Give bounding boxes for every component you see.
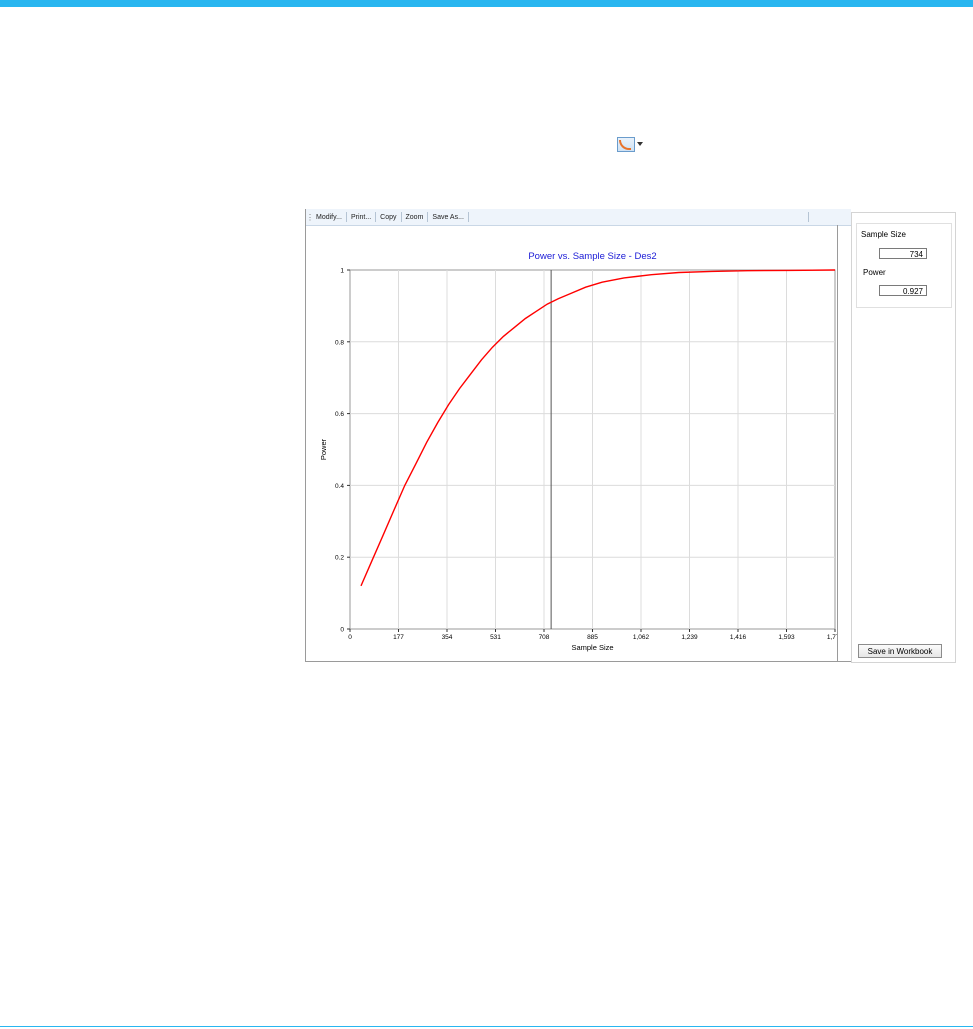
x-tick-label: 1,416 <box>730 634 747 641</box>
y-tick-label: 1 <box>340 268 344 275</box>
y-tick-label: 0.8 <box>335 339 344 346</box>
graph-panel: ⋮ Modify... Print... Copy Zoom Save As..… <box>305 209 851 662</box>
zoom-button[interactable]: Zoom <box>402 214 428 221</box>
power-field[interactable]: 0.927 <box>879 285 927 296</box>
sample-size-field[interactable]: 734 <box>879 248 927 259</box>
top-accent-bar <box>0 0 973 7</box>
y-tick-label: 0.4 <box>335 483 344 490</box>
x-tick-label: 1,239 <box>681 634 698 641</box>
x-tick-label: 1,593 <box>778 634 795 641</box>
x-tick-label: 531 <box>490 634 501 641</box>
x-tick-label: 1,062 <box>633 634 650 641</box>
copy-button[interactable]: Copy <box>376 214 400 221</box>
x-tick-label: 0 <box>348 634 352 641</box>
toolbar-separator <box>467 212 469 222</box>
x-tick-label: 177 <box>393 634 404 641</box>
x-axis-label: Sample Size <box>571 643 613 652</box>
x-tick-label: 1,770 <box>827 634 837 641</box>
save-as-button[interactable]: Save As... <box>428 214 468 221</box>
save-in-workbook-button[interactable]: Save in Workbook <box>858 644 942 658</box>
crosshair-side-panel: Sample Size 734 Power 0.927 Save in Work… <box>851 212 956 663</box>
y-tick-label: 0.2 <box>335 555 344 562</box>
chart-type-dropdown-button[interactable] <box>617 134 651 154</box>
toolbar-separator <box>808 212 809 222</box>
print-button[interactable]: Print... <box>347 214 375 221</box>
chart-title: Power vs. Sample Size - Des2 <box>528 251 656 262</box>
x-tick-label: 885 <box>587 634 598 641</box>
y-tick-label: 0 <box>340 627 344 634</box>
y-tick-label: 0.6 <box>335 411 344 418</box>
x-tick-label: 708 <box>539 634 550 641</box>
sample-size-label: Sample Size <box>861 230 906 239</box>
chevron-down-icon <box>637 142 643 146</box>
modify-button[interactable]: Modify... <box>312 214 346 221</box>
x-tick-label: 354 <box>442 634 453 641</box>
graph-frame: 0 177 354 531 708 885 1,062 1,239 1,416 1,593 1,77… <box>306 225 838 661</box>
crosshair-values-box: Sample Size 734 Power 0.927 <box>856 223 952 308</box>
chart-type-icon <box>617 136 635 152</box>
y-axis-label: Power <box>319 438 328 460</box>
graph-toolbar: ⋮ Modify... Print... Copy Zoom Save As..… <box>306 209 851 226</box>
power-label: Power <box>863 268 886 277</box>
power-curve-chart: 0 177 354 531 708 885 1,062 1,239 1,416 1,593 1,77… <box>319 251 837 652</box>
bottom-accent-line <box>0 1026 973 1027</box>
